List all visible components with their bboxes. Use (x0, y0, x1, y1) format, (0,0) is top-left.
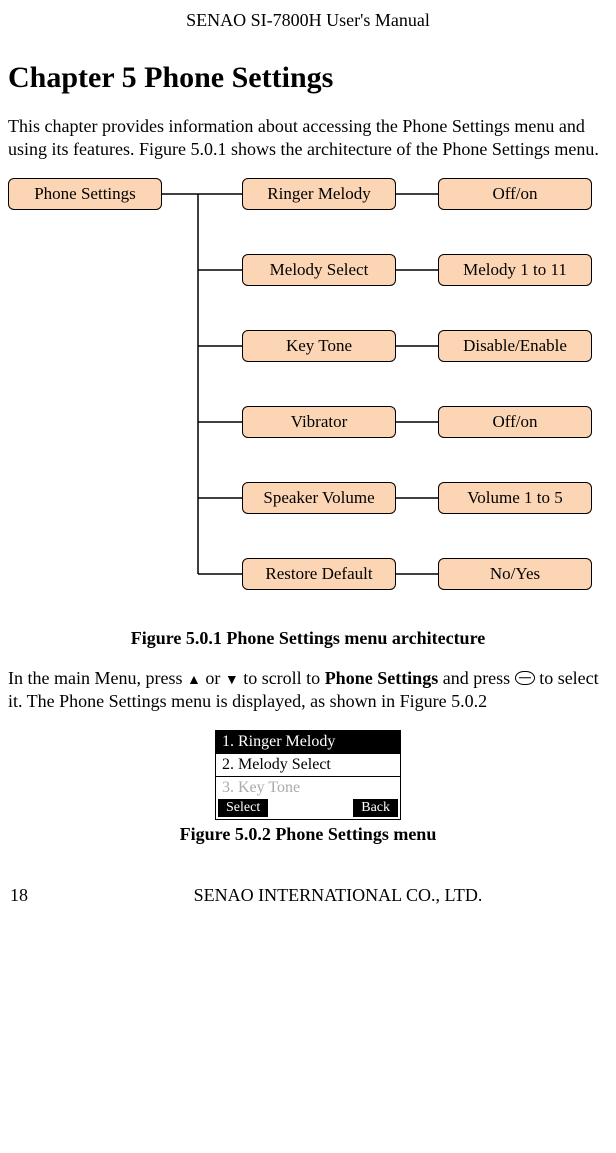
intro-paragraph: This chapter provides information about … (8, 115, 608, 162)
diagram-box-vibrator-option: Off/on (438, 406, 592, 438)
diagram-box-key-tone: Key Tone (242, 330, 396, 362)
chapter-title: Chapter 5 Phone Settings (8, 61, 608, 95)
para2-or: or (201, 668, 225, 688)
phone-menu-screen: 1. Ringer Melody 2. Melody Select 3. Key… (215, 730, 401, 820)
menu-item-ringer-melody[interactable]: 1. Ringer Melody (216, 731, 400, 754)
diagram-box-restore-option: No/Yes (438, 558, 592, 590)
up-arrow-icon (187, 668, 201, 688)
para2-bold: Phone Settings (325, 668, 439, 688)
footer-publisher: SENAO INTERNATIONAL CO., LTD. (68, 885, 608, 906)
diagram-box-restore-default: Restore Default (242, 558, 396, 590)
diagram-connectors-svg (8, 178, 608, 608)
figure-2-caption: Figure 5.0.2 Phone Settings menu (8, 824, 608, 845)
diagram-box-melody-select: Melody Select (242, 254, 396, 286)
menu-item-key-tone[interactable]: 3. Key Tone (216, 777, 400, 799)
diagram-box-key-tone-option: Disable/Enable (438, 330, 592, 362)
diagram-box-ringer-option: Off/on (438, 178, 592, 210)
menu-item-melody-select[interactable]: 2. Melody Select (216, 754, 400, 777)
figure-1-caption: Figure 5.0.1 Phone Settings menu archite… (8, 628, 608, 649)
page-number: 18 (10, 885, 28, 906)
diagram-box-speaker-volume: Speaker Volume (242, 482, 396, 514)
ok-key-icon (515, 671, 535, 685)
down-arrow-icon (225, 668, 239, 688)
para2-pre: In the main Menu, press (8, 668, 187, 688)
para2-mid2: and press (438, 668, 514, 688)
architecture-diagram: Phone Settings Ringer Melody Off/on Melo… (8, 178, 608, 608)
softkey-back[interactable]: Back (353, 799, 398, 817)
document-header: SENAO SI-7800H User's Manual (8, 10, 608, 31)
diagram-box-melody-option: Melody 1 to 11 (438, 254, 592, 286)
diagram-root-box: Phone Settings (8, 178, 162, 210)
diagram-box-ringer-melody: Ringer Melody (242, 178, 396, 210)
diagram-box-speaker-option: Volume 1 to 5 (438, 482, 592, 514)
para2-mid1: to scroll to (239, 668, 325, 688)
diagram-box-vibrator: Vibrator (242, 406, 396, 438)
instruction-paragraph: In the main Menu, press or to scroll to … (8, 667, 608, 714)
softkey-select[interactable]: Select (218, 799, 268, 817)
